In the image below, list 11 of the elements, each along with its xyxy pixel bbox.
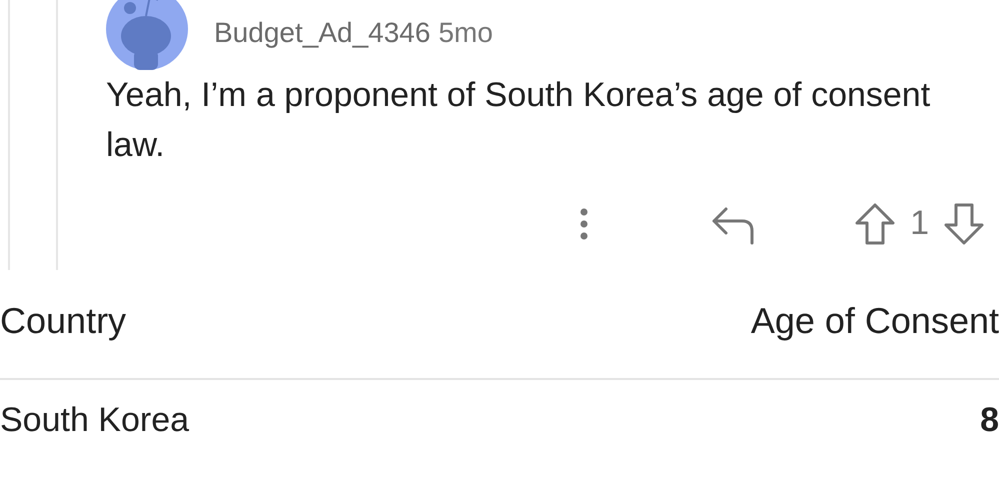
avatar-icon[interactable] [106,0,188,70]
downvote-icon[interactable] [943,202,985,246]
table-cell-text: 8 [980,400,999,440]
column-header: Country [0,299,126,343]
table-cell-text: South Korea [0,400,190,440]
comment-age: 5mo [438,16,493,50]
column-header: Age of Consent [750,299,999,343]
vote-count: 1 [910,203,929,244]
comment-text: Yeah, I’m a proponent of South Korea’s age of consent law. [106,75,932,166]
upvote-icon[interactable] [854,202,896,246]
username[interactable]: Budget_Ad_4346 [214,12,430,54]
